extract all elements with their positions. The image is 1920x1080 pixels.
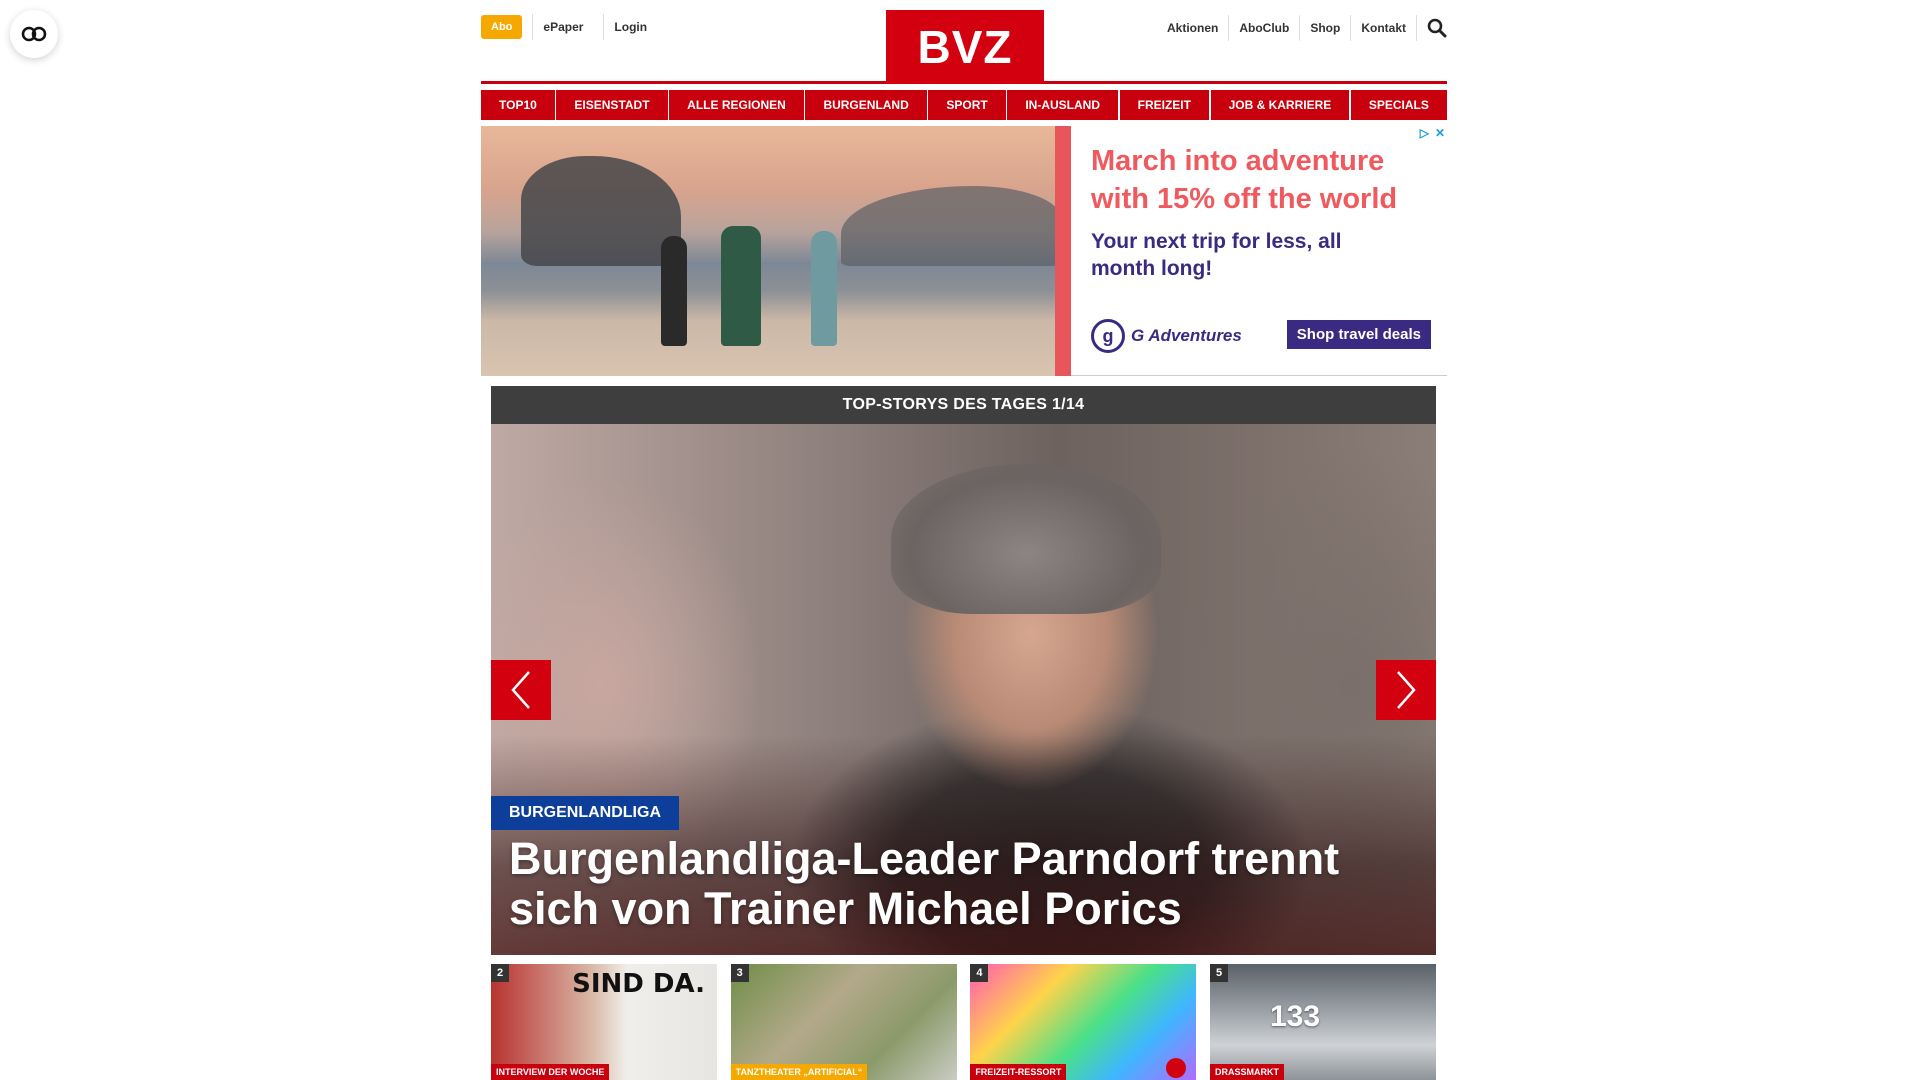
ad-beach-photo [481, 126, 1056, 376]
teaser-number: 3 [730, 964, 749, 982]
teaser-category-tag: FREIZEIT-RESSORT [970, 1064, 1067, 1080]
top-stories-heading: TOP-STORYS DES TAGES 1/14 [491, 386, 1436, 424]
abo-button[interactable]: Abo [481, 15, 523, 39]
aboclub-link[interactable]: AboClub [1229, 15, 1301, 41]
accessibility-icon [21, 26, 47, 42]
ad-choices[interactable]: ▷ ✕ [1420, 126, 1445, 140]
aktionen-link[interactable]: Aktionen [1157, 15, 1230, 41]
premium-badge-icon [1166, 1058, 1187, 1078]
hero-category-tag[interactable]: BURGENLANDLIGA [491, 796, 679, 830]
chevron-left-icon [511, 671, 530, 709]
nav-item-sport[interactable]: SPORT [928, 90, 1006, 120]
teaser-card[interactable]: 4 FREIZEIT-RESSORT [970, 964, 1197, 1080]
ad-brand-logo: g G Adventures [1091, 319, 1242, 353]
epaper-link[interactable]: ePaper [532, 14, 593, 40]
teaser-category-tag: DRASSMARKT [1209, 1064, 1284, 1080]
search-button[interactable] [1417, 14, 1447, 42]
advertisement-banner[interactable]: March into adventure with 15% off the wo… [481, 126, 1447, 376]
nav-item-eisenstadt[interactable]: EISENSTADT [556, 90, 668, 120]
nav-item-top10[interactable]: TOP10 [481, 90, 555, 120]
story-teaser-row: SIND DA. 2 INTERVIEW DER WOCHE 3 TANZTHE… [491, 964, 1436, 1080]
teaser-number: 4 [970, 964, 989, 982]
teaser-category-tag: INTERVIEW DER WOCHE [491, 1064, 610, 1080]
kontakt-link[interactable]: Kontakt [1351, 15, 1417, 41]
g-adventures-icon: g [1091, 319, 1125, 353]
search-icon [1427, 18, 1447, 38]
bvz-logo[interactable]: BVZ [886, 10, 1044, 84]
main-navigation: TOP10 EISENSTADT ALLE REGIONEN BURGENLAN… [481, 90, 1447, 120]
nav-item-burgenland[interactable]: BURGENLAND [805, 90, 927, 120]
ad-subline: Your next trip for less, all month long! [1091, 230, 1342, 280]
header-left-links: Abo ePaper Login [481, 14, 657, 40]
close-ad-icon[interactable]: ✕ [1435, 126, 1445, 140]
ad-headline: March into adventure with 15% off the wo… [1091, 145, 1398, 215]
teaser-card[interactable]: 133 5 DRASSMARKT [1209, 964, 1436, 1080]
top-stories-slider: TOP-STORYS DES TAGES 1/14 BURGENLANDLIGA… [491, 386, 1436, 955]
login-link[interactable]: Login [603, 14, 657, 40]
teaser-card[interactable]: SIND DA. 2 INTERVIEW DER WOCHE [491, 964, 717, 1080]
page-wrapper: Abo ePaper Login BVZ Aktionen AboClub Sh… [481, 0, 1447, 376]
site-header: Abo ePaper Login BVZ Aktionen AboClub Sh… [481, 0, 1447, 84]
slider-next-button[interactable] [1376, 660, 1436, 720]
ad-cta-button[interactable]: Shop travel deals [1286, 320, 1431, 349]
header-right-links: Aktionen AboClub Shop Kontakt [1157, 14, 1447, 42]
teaser-number: 2 [491, 964, 510, 982]
hero-headline[interactable]: Burgenlandliga-Leader Parndorf trennt si… [509, 834, 1389, 934]
teaser-card[interactable]: 3 TANZTHEATER „ARTIFICIAL“ [730, 964, 957, 1080]
slider-prev-button[interactable] [491, 660, 551, 720]
teaser-sign-text: SIND DA. [572, 969, 705, 999]
nav-item-alle-regionen[interactable]: ALLE REGIONEN [669, 90, 804, 120]
hero-story[interactable]: BURGENLANDLIGA Burgenlandliga-Leader Par… [491, 424, 1436, 955]
shop-link[interactable]: Shop [1300, 15, 1352, 41]
nav-item-in-ausland[interactable]: IN-AUSLAND [1007, 90, 1119, 120]
chevron-right-icon [1397, 671, 1416, 709]
nav-item-specials[interactable]: SPECIALS [1350, 90, 1447, 120]
teaser-plate-text: 133 [1269, 1000, 1321, 1033]
teaser-category-tag: TANZTHEATER „ARTIFICIAL“ [730, 1064, 868, 1080]
nav-item-job-karriere[interactable]: JOB & KARRIERE [1210, 90, 1350, 120]
nav-item-freizeit[interactable]: FREIZEIT [1119, 90, 1209, 120]
teaser-number: 5 [1209, 964, 1229, 982]
accessibility-toggle-button[interactable] [10, 10, 58, 58]
adchoices-icon[interactable]: ▷ [1420, 126, 1429, 140]
ad-copy: March into adventure with 15% off the wo… [1071, 126, 1447, 375]
